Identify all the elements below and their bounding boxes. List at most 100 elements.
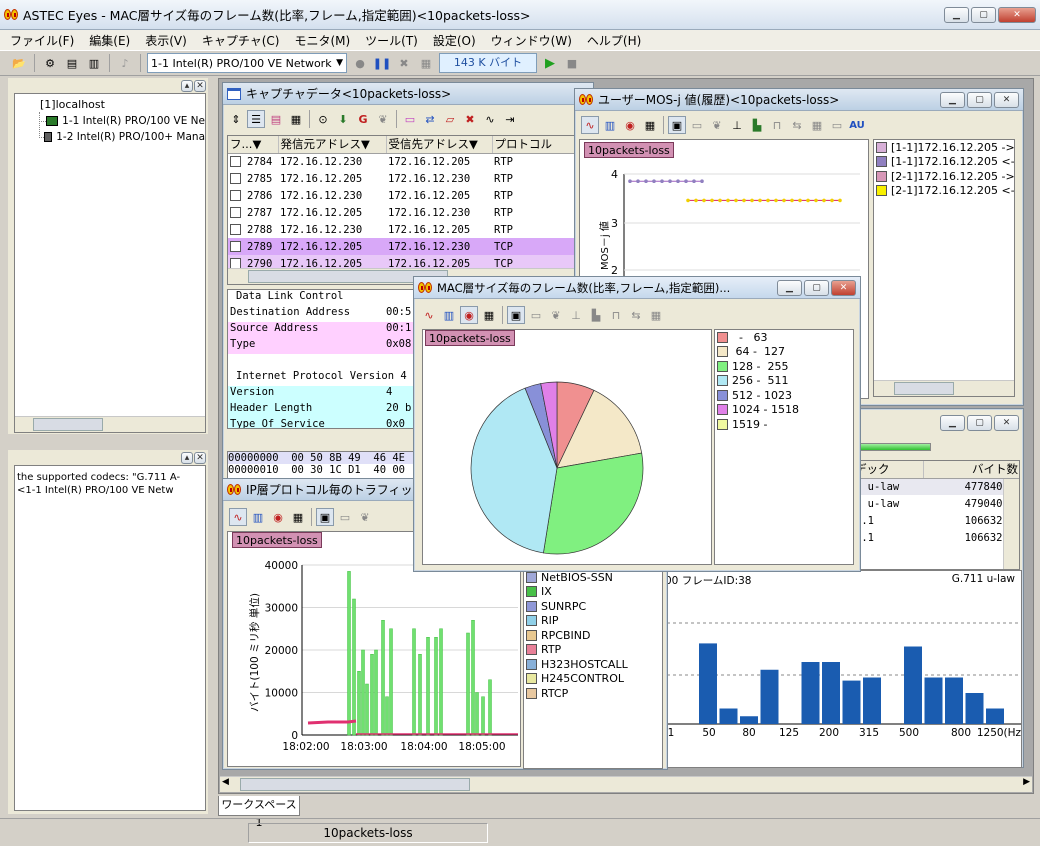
- pause-icon[interactable]: ❚❚: [373, 54, 391, 72]
- panel-pin-icon[interactable]: ▴: [181, 80, 193, 92]
- cancel-icon[interactable]: ✖: [395, 54, 413, 72]
- table-row[interactable]: 3.1 106632: [853, 529, 1019, 546]
- pane-icon[interactable]: ▭: [688, 116, 706, 134]
- table-icon[interactable]: ▦: [480, 306, 498, 324]
- pie-close-button[interactable]: ✕: [831, 280, 856, 296]
- table-row[interactable]: 2784 172.16.12.230 172.16.12.205 RTP: [228, 153, 593, 170]
- mark-icon[interactable]: ❦: [374, 110, 392, 128]
- tree-item-adapter-1[interactable]: 1-1 Intel(R) PRO/100 VE Ne: [39, 115, 205, 127]
- axis-icon[interactable]: ⊥: [728, 116, 746, 134]
- swap-icon[interactable]: ⇄: [421, 110, 439, 128]
- pie-slice[interactable]: [543, 452, 644, 555]
- record-icon[interactable]: ●: [351, 54, 369, 72]
- bar[interactable]: [719, 708, 738, 725]
- auto-icon[interactable]: AU: [848, 116, 866, 134]
- row-checkbox[interactable]: [230, 173, 241, 184]
- list-view-icon[interactable]: ☰: [247, 110, 265, 128]
- pin-icon[interactable]: ⊓: [607, 306, 625, 324]
- clear-icon[interactable]: ✖: [461, 110, 479, 128]
- bar[interactable]: [760, 669, 779, 724]
- graph-icon[interactable]: ▱: [441, 110, 459, 128]
- workspace-tab[interactable]: ワークスペース1: [218, 796, 300, 829]
- legend-item[interactable]: 1024 - 1518: [717, 403, 799, 418]
- legend-item[interactable]: SUNRPC: [526, 599, 628, 614]
- legend-item[interactable]: [1-1]172.16.12.205 <- 17: [876, 155, 1014, 170]
- bar[interactable]: [740, 716, 758, 724]
- menu-item[interactable]: モニタ(M): [294, 32, 350, 49]
- table-row[interactable]: 2789 172.16.12.205 172.16.12.230 TCP: [228, 238, 593, 255]
- menu-item[interactable]: ウィンドウ(W): [491, 32, 572, 49]
- col-src[interactable]: 発信元アドレス▼: [278, 136, 387, 154]
- filter-icon[interactable]: ▤: [63, 54, 81, 72]
- bar[interactable]: [924, 677, 943, 725]
- table-icon[interactable]: ▦: [289, 508, 307, 526]
- arrows-icon[interactable]: ⇆: [627, 306, 645, 324]
- pie-chart-icon[interactable]: ◉: [621, 116, 639, 134]
- legend-item[interactable]: [1-1]172.16.12.205 -> 17: [876, 140, 1014, 155]
- mos-legend-hscroll[interactable]: [874, 380, 1014, 396]
- pie-chart-icon[interactable]: ◉: [460, 306, 478, 324]
- split-view-icon[interactable]: ▤: [267, 110, 285, 128]
- snapshot-icon[interactable]: ▦: [417, 54, 435, 72]
- bar[interactable]: [822, 662, 840, 724]
- panel-close-icon[interactable]: ✕: [194, 80, 206, 92]
- line-chart-icon[interactable]: ∿: [420, 306, 438, 324]
- table-row[interactable]: 1 u-law 477840: [853, 478, 1019, 495]
- minimize-button[interactable]: ▁: [944, 7, 969, 23]
- panel-pin-icon[interactable]: ▴: [181, 452, 193, 464]
- codec-close-button[interactable]: ✕: [994, 415, 1019, 431]
- table-row[interactable]: 2785 172.16.12.205 172.16.12.230 RTP: [228, 170, 593, 187]
- adapter-settings-icon[interactable]: ⚙: [41, 54, 59, 72]
- filter-chart-icon[interactable]: ▙: [587, 306, 605, 324]
- table-row[interactable]: 2787 172.16.12.205 172.16.12.230 RTP: [228, 204, 593, 221]
- legend-item[interactable]: H323HOSTCALL: [526, 657, 628, 672]
- sound-icon[interactable]: ♪: [116, 54, 134, 72]
- menu-item[interactable]: 編集(E): [89, 32, 130, 49]
- mos-minimize-button[interactable]: ▁: [940, 92, 965, 108]
- table-row[interactable]: 2786 172.16.12.230 172.16.12.205 RTP: [228, 187, 593, 204]
- legend-icon[interactable]: ▣: [668, 116, 686, 134]
- scale-icon[interactable]: ▭: [828, 116, 846, 134]
- legend-item[interactable]: RTCP: [526, 686, 628, 701]
- hex-view-icon[interactable]: ▦: [287, 110, 305, 128]
- trigger-icon[interactable]: ▥: [85, 54, 103, 72]
- legend-item[interactable]: [2-1]172.16.12.205 -> 17: [876, 169, 1014, 184]
- row-checkbox[interactable]: [230, 156, 241, 168]
- col-frame[interactable]: フ...▼: [228, 136, 279, 154]
- bar-chart-icon[interactable]: ▥: [249, 508, 267, 526]
- mdi-hscroll[interactable]: ◀ ▶: [220, 776, 1032, 792]
- bar[interactable]: [904, 646, 922, 725]
- legend-item[interactable]: 64 - 127: [717, 345, 799, 360]
- play-icon[interactable]: ▶: [541, 54, 559, 72]
- export-icon[interactable]: ⇥: [501, 110, 519, 128]
- table-row[interactable]: 1 u-law 479040: [853, 495, 1019, 512]
- pin-icon[interactable]: ⊓: [768, 116, 786, 134]
- table-row[interactable]: 2788 172.16.12.230 172.16.12.205 RTP: [228, 221, 593, 238]
- mark-icon[interactable]: ❦: [708, 116, 726, 134]
- pane-icon[interactable]: ▭: [527, 306, 545, 324]
- codec-maximize-button[interactable]: ▢: [967, 415, 992, 431]
- mark-icon[interactable]: ❦: [547, 306, 565, 324]
- legend-item[interactable]: - 63: [717, 330, 799, 345]
- menu-item[interactable]: 表示(V): [145, 32, 187, 49]
- bar[interactable]: [945, 677, 963, 725]
- menu-item[interactable]: ツール(T): [365, 32, 418, 49]
- legend-item[interactable]: NetBIOS-SSN: [526, 570, 628, 585]
- col-bytes[interactable]: バイト数: [923, 461, 1019, 479]
- tree-root[interactable]: [1]localhost: [40, 98, 105, 111]
- legend-item[interactable]: 256 - 511: [717, 374, 799, 389]
- find-icon[interactable]: ⬇: [334, 110, 352, 128]
- legend-item[interactable]: 1519 -: [717, 417, 799, 432]
- scroll-right-icon[interactable]: ▶: [1023, 777, 1030, 787]
- legend-item[interactable]: RIP: [526, 614, 628, 629]
- mark-icon[interactable]: ❦: [356, 508, 374, 526]
- snapshot-icon[interactable]: ▦: [647, 306, 665, 324]
- bar[interactable]: [965, 693, 984, 724]
- legend-item[interactable]: IX: [526, 585, 628, 600]
- filter-chart-icon[interactable]: ▙: [748, 116, 766, 134]
- pie-chart-icon[interactable]: ◉: [269, 508, 287, 526]
- goto-icon[interactable]: G: [354, 110, 372, 128]
- panel-close-icon[interactable]: ✕: [194, 452, 206, 464]
- wave-icon[interactable]: ∿: [481, 110, 499, 128]
- row-checkbox[interactable]: [230, 190, 241, 201]
